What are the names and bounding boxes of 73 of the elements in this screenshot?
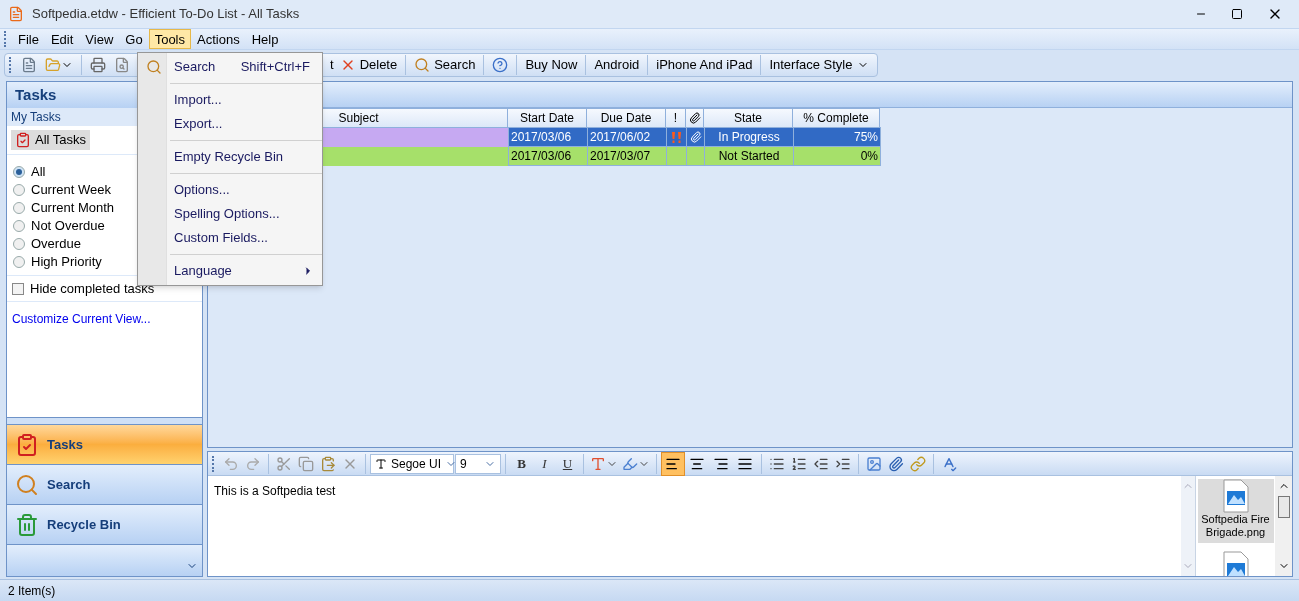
nav-button[interactable]: Search: [7, 464, 202, 504]
format-button[interactable]: U: [556, 453, 579, 474]
toolbar-button[interactable]: iPhone And iPad: [652, 55, 757, 75]
attachment-item[interactable]: Softpedia Fire Brigade.png: [1197, 479, 1274, 543]
toolbar-button[interactable]: Android: [590, 55, 644, 75]
table-cell: 0%: [793, 146, 881, 166]
splitter-handle[interactable]: [7, 417, 202, 424]
align-button[interactable]: [661, 451, 685, 476]
column-header[interactable]: !: [665, 108, 686, 128]
paperclip-icon: [689, 131, 702, 143]
customize-view-link[interactable]: Customize Current View...: [7, 310, 202, 328]
printer-icon: [90, 57, 106, 73]
scroll-thumb[interactable]: [1277, 496, 1290, 518]
redo-icon: [245, 455, 261, 472]
menu-item[interactable]: Options...: [138, 178, 322, 202]
attachments-scrollbar[interactable]: [1275, 476, 1292, 576]
toolbar-button[interactable]: Search: [410, 55, 480, 75]
status-bar: 2 Item(s): [0, 579, 1299, 601]
column-header[interactable]: % Complete: [792, 108, 880, 128]
menu-bar-item[interactable]: Edit: [44, 29, 80, 49]
column-header[interactable]: Start Date: [507, 108, 587, 128]
recycle-bin-icon: [15, 512, 39, 537]
menu-bar-item[interactable]: Tools: [148, 29, 191, 49]
spellcheck-icon: [941, 455, 957, 472]
menu-item[interactable]: Spelling Options...: [138, 202, 322, 226]
menu-item[interactable]: Search Shift+Ctrl+F: [138, 55, 322, 79]
all-tasks-button[interactable]: All Tasks: [11, 130, 91, 150]
folder-icon: [45, 57, 61, 73]
scissors-icon: [276, 455, 292, 472]
column-header[interactable]: Due Date: [586, 108, 666, 128]
copy-icon: [298, 455, 314, 472]
note-editor[interactable]: This is a Softpedia test: [208, 476, 1181, 576]
font-icon: [375, 457, 387, 470]
paperclip-icon: [888, 455, 904, 472]
image-icon: [866, 455, 882, 472]
paperclip-icon: [688, 112, 701, 124]
interface-style-dropdown[interactable]: Interface Style: [765, 55, 873, 75]
undo-icon: [223, 455, 239, 472]
toolbar-button[interactable]: Buy Now: [521, 55, 582, 75]
clipboard-icon: [15, 432, 39, 457]
menu-bar-item[interactable]: Go: [119, 29, 149, 49]
app-icon: [8, 6, 24, 22]
search-icon: [15, 472, 39, 497]
menu-bar-item[interactable]: View: [79, 29, 120, 49]
highlighter-icon: [622, 455, 638, 472]
menu-item[interactable]: Custom Fields...: [138, 226, 322, 250]
document-icon: [21, 57, 37, 73]
font-size-dropdown[interactable]: 9: [455, 453, 501, 474]
nav-button[interactable]: Tasks: [7, 424, 202, 464]
format-button[interactable]: B: [510, 453, 533, 474]
font-dropdown[interactable]: Segoe UI: [370, 453, 454, 474]
toolbar-button[interactable]: t: [328, 55, 336, 75]
help-icon: [492, 57, 509, 73]
nav-overflow-button[interactable]: [7, 544, 202, 576]
menu-bar-item[interactable]: File: [12, 29, 45, 49]
window-title: Softpedia.etdw - Efficient To-Do List - All Tasks: [32, 5, 301, 24]
nav-button[interactable]: Recycle Bin: [7, 504, 202, 544]
maximize-icon[interactable]: [1231, 8, 1243, 20]
editor-scrollbar[interactable]: [1181, 476, 1195, 576]
toolbar-button[interactable]: Delete: [335, 55, 402, 75]
clipboard-icon: [15, 132, 31, 148]
link-icon: [910, 455, 926, 472]
image-file-icon: [1221, 479, 1250, 513]
menu-bar-item[interactable]: Help: [245, 29, 285, 49]
font-color-icon: [590, 455, 606, 472]
menu-bar-item[interactable]: Actions: [191, 29, 246, 49]
numbered-list-icon: [791, 455, 807, 472]
table-cell: 2017/03/06: [508, 146, 588, 166]
column-header[interactable]: State: [703, 108, 793, 128]
clipboard-icon: [320, 455, 336, 472]
search-icon: [414, 57, 431, 73]
format-button[interactable]: I: [533, 453, 556, 474]
preview-icon: [114, 57, 130, 73]
